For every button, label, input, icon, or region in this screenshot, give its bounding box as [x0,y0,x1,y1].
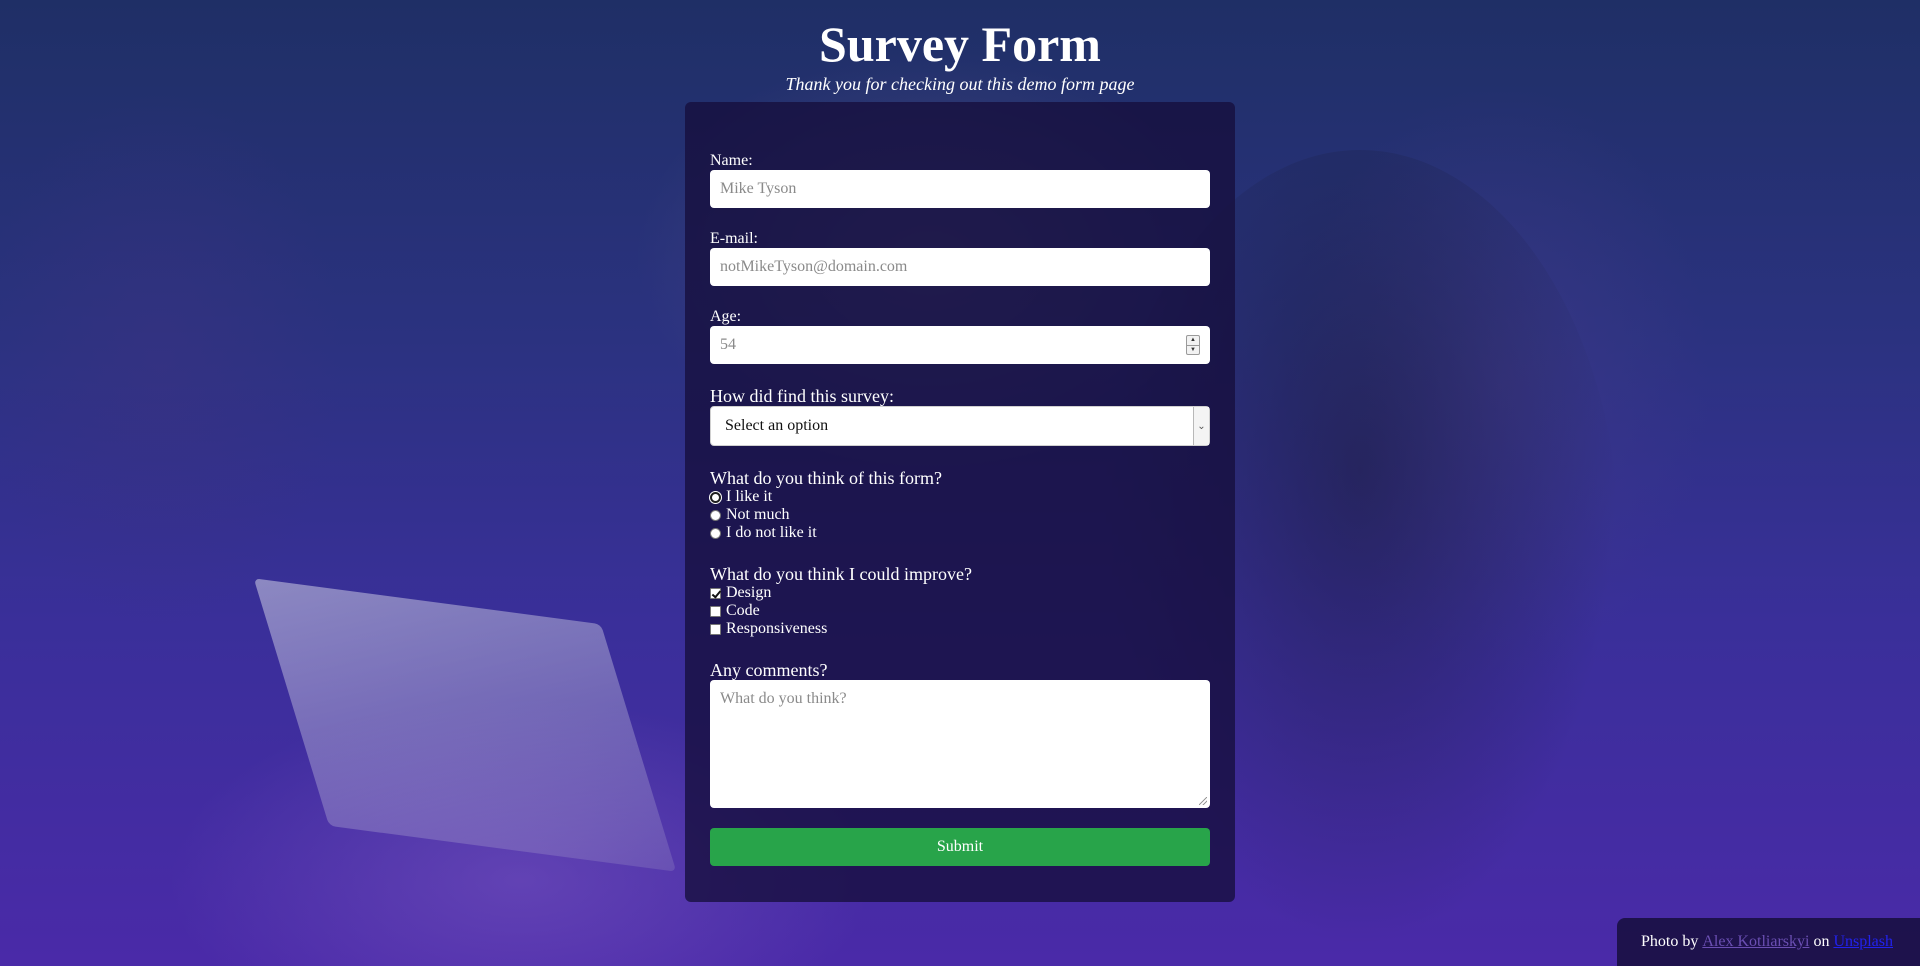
source-label: How did find this survey: [710,386,894,406]
checkbox-code-label: Code [726,602,760,619]
page-header: Survey Form Thank you for checking out t… [0,14,1920,94]
photo-credit: Photo by Alex Kotliarskyi on Unsplash [1617,918,1920,966]
name-input[interactable] [710,170,1210,208]
age-label: Age: [710,308,742,325]
checkbox-responsiveness-label: Responsiveness [726,620,828,637]
radio-option-like[interactable]: I like it [710,488,1210,506]
radio-option-dislike[interactable]: I do not like it [710,524,1210,542]
resize-grip-icon[interactable] [1199,797,1207,805]
checkbox-option-design[interactable]: Design [710,584,1210,602]
radio-not-much-label: Not much [726,506,790,523]
credit-author-link[interactable]: Alex Kotliarskyi [1702,933,1809,951]
age-input[interactable] [710,326,1210,364]
survey-form: Name: E-mail: Age: ▲ ▼ How did find this… [685,102,1235,902]
radio-not-much-icon[interactable] [710,509,721,521]
age-field-group: Age: ▲ ▼ [710,308,1210,364]
comments-field-group: Any comments? [710,660,1210,808]
source-selected-value: Select an option [725,417,829,434]
page-title: Survey Form [819,16,1101,72]
page-subtitle: Thank you for checking out this demo for… [785,74,1135,94]
radio-dislike-label: I do not like it [726,524,817,541]
email-field-group: E-mail: [710,230,1210,286]
comments-label: Any comments? [710,660,828,680]
credit-site-link[interactable]: Unsplash [1833,933,1893,951]
opinion-label: What do you think of this form? [710,468,942,488]
spin-up-icon[interactable]: ▲ [1187,336,1199,346]
spin-down-icon[interactable]: ▼ [1187,346,1199,355]
name-field-group: Name: [710,152,1210,208]
email-label: E-mail: [710,230,758,247]
checkbox-option-code[interactable]: Code [710,602,1210,620]
background-photo-laptop [253,578,677,872]
radio-option-not-much[interactable]: Not much [710,506,1210,524]
email-input[interactable] [710,248,1210,286]
credit-middle: on [1813,933,1830,950]
checkbox-design-label: Design [726,584,772,601]
name-label: Name: [710,152,753,169]
radio-like-icon[interactable] [710,491,721,503]
radio-like-label: I like it [726,488,773,505]
checkbox-option-responsiveness[interactable]: Responsiveness [710,620,1210,638]
checkbox-design-icon[interactable] [710,587,721,599]
comments-textarea[interactable] [710,680,1210,808]
improve-label: What do you think I could improve? [710,564,972,584]
comments-wrapper [710,680,1210,808]
source-dropdown[interactable]: Select an option ⌄ [710,406,1210,446]
chevron-down-icon[interactable]: ⌄ [1193,407,1209,445]
age-spinner[interactable]: ▲ ▼ [1186,335,1200,355]
source-field-group: How did find this survey: Select an opti… [710,386,1210,446]
improve-field-group: What do you think I could improve? Desig… [710,564,1210,638]
radio-dislike-icon[interactable] [710,527,721,539]
checkbox-responsiveness-icon[interactable] [710,623,721,635]
checkbox-code-icon[interactable] [710,605,721,617]
opinion-field-group: What do you think of this form? I like i… [710,468,1210,542]
credit-prefix: Photo by [1641,933,1699,950]
age-number-wrapper: ▲ ▼ [710,326,1210,364]
submit-button[interactable]: Submit [710,828,1210,866]
